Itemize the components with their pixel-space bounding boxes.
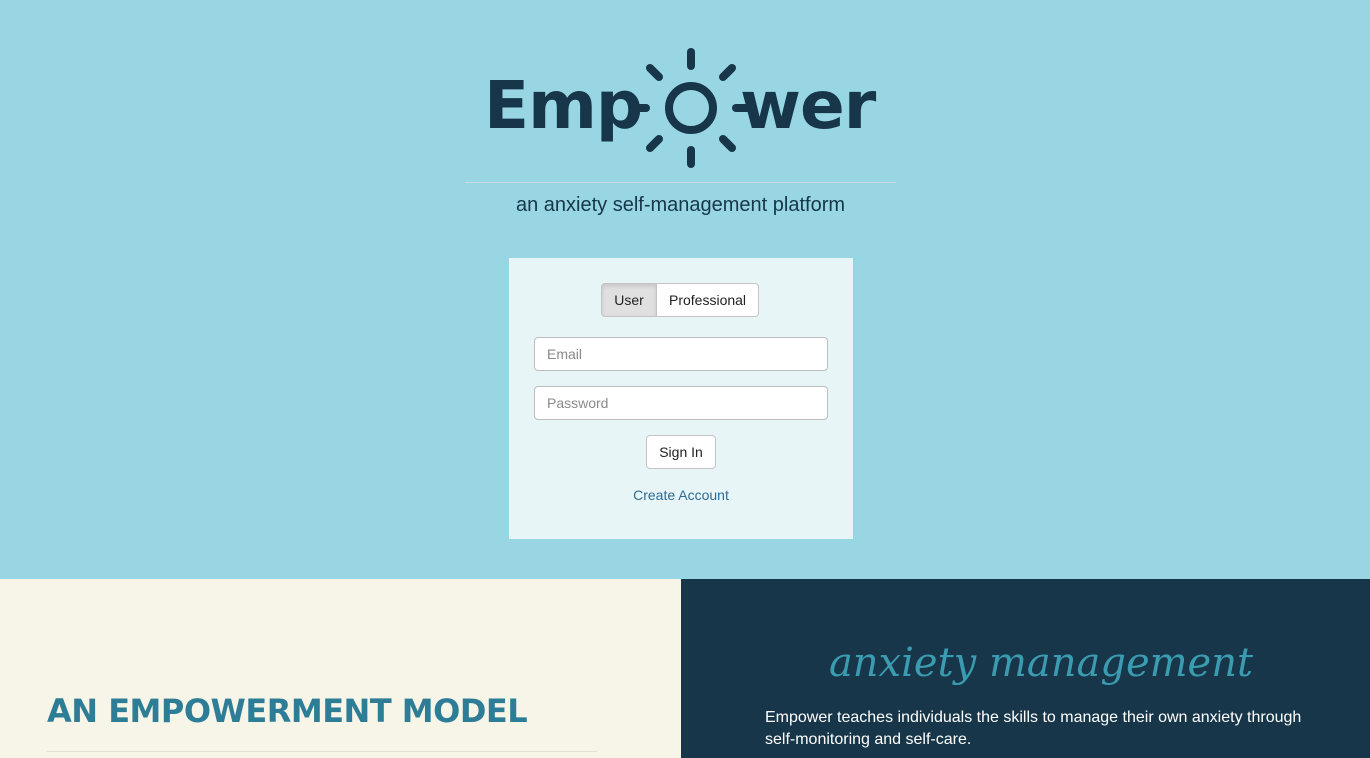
role-professional-button[interactable]: Professional	[657, 283, 760, 317]
create-account-link[interactable]: Create Account	[509, 487, 853, 503]
role-toggle: User Professional	[601, 283, 760, 317]
tagline: an anxiety self-management platform	[515, 194, 846, 216]
logo-text-right: wer	[740, 67, 876, 144]
script-heading: anxiety management	[828, 640, 1254, 686]
anxiety-management-section: anxiety management Empower teaches indiv…	[681, 579, 1370, 758]
password-field[interactable]	[534, 386, 828, 420]
mission-text: Empower teaches individuals the skills t…	[765, 709, 1302, 748]
tagline-divider	[465, 182, 896, 183]
section-heading: AN EMPOWERMENT MODEL	[47, 692, 528, 730]
role-user-button[interactable]: User	[601, 283, 657, 317]
sign-in-button[interactable]: Sign In	[646, 435, 716, 469]
logo-text-left: Emp	[484, 67, 643, 144]
empower-logo: Emp wer	[484, 46, 884, 170]
empowerment-model-section: AN EMPOWERMENT MODEL	[0, 579, 681, 758]
section-divider	[47, 751, 597, 752]
email-field[interactable]	[534, 337, 828, 371]
hero-section: Emp wer an anxiety self-management platf…	[0, 0, 1370, 579]
login-card: User Professional Sign In Create Account	[509, 258, 853, 539]
sun-icon	[630, 48, 752, 168]
